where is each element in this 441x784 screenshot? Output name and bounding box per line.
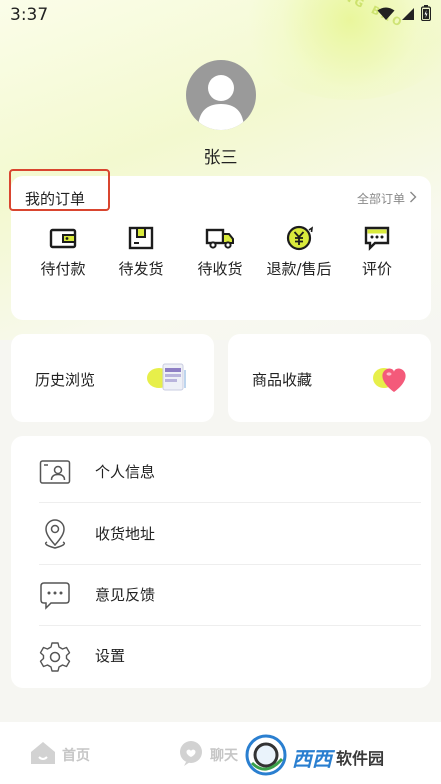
username: 张三 (203, 148, 238, 168)
setting-feedback[interactable]: 意见反馈 (39, 564, 421, 625)
wifi-icon (377, 6, 395, 25)
chat-icon (178, 740, 204, 770)
tab-chat-label: 聊天 (210, 748, 238, 764)
status-icons (377, 5, 432, 25)
setting-address[interactable]: 收货地址 (39, 503, 421, 564)
order-item-label: 退款/售后 (266, 260, 332, 278)
heart-icon (370, 360, 410, 400)
order-review[interactable]: 评价 (337, 224, 417, 279)
overlay-logo: 西西 软件园 (244, 732, 440, 782)
avatar-silhouette-icon (198, 75, 244, 130)
tab-chat[interactable]: 聊天 (178, 740, 238, 770)
tab-home-label: 首页 (62, 748, 90, 764)
package-icon (101, 224, 181, 252)
setting-label: 设置 (95, 647, 126, 665)
order-pending-payment[interactable]: 待付款 (23, 224, 103, 279)
favorites-label: 商品收藏 (252, 371, 313, 389)
logo-mark-icon (244, 733, 288, 781)
order-item-label: 待收货 (197, 260, 243, 278)
location-icon (39, 518, 71, 550)
all-orders-label: 全部订单 (356, 192, 405, 206)
settings-card: 个人信息 收货地址 意见反馈 设置 (11, 436, 431, 688)
tab-home[interactable]: 首页 (30, 740, 90, 770)
history-card[interactable]: 历史浏览 (11, 334, 214, 422)
feedback-icon (39, 579, 71, 611)
chevron-right-icon (409, 191, 417, 206)
order-item-label: 评价 (361, 260, 392, 278)
wallet-icon (23, 224, 103, 252)
setting-personal-info[interactable]: 个人信息 (39, 441, 421, 502)
order-pending-receipt[interactable]: 待收货 (180, 224, 260, 279)
setting-settings[interactable]: 设置 (39, 625, 421, 686)
logo-name: 西西 (292, 746, 332, 771)
avatar[interactable] (186, 60, 256, 130)
history-label: 历史浏览 (35, 371, 96, 389)
order-refund[interactable]: 退款/售后 (259, 224, 339, 279)
history-icon (145, 360, 189, 400)
home-icon (30, 740, 56, 770)
battery-icon (420, 5, 432, 25)
setting-label: 个人信息 (95, 463, 156, 481)
refund-icon (259, 224, 339, 252)
truck-icon (180, 224, 260, 252)
status-time: 3:37 (10, 5, 49, 25)
logo-sub: 软件园 (336, 749, 385, 768)
order-item-label: 待发货 (118, 260, 164, 278)
orders-title-highlight (9, 169, 110, 211)
status-bar: 3:37 (0, 0, 441, 30)
gear-icon (39, 640, 71, 672)
signal-icon (401, 6, 415, 25)
setting-label: 意见反馈 (95, 586, 156, 604)
comment-icon (337, 224, 417, 252)
setting-label: 收货地址 (95, 525, 156, 543)
order-pending-shipment[interactable]: 待发货 (101, 224, 181, 279)
order-item-label: 待付款 (40, 260, 86, 278)
all-orders-link[interactable]: 全部订单 (357, 190, 417, 207)
profile-card-icon (39, 456, 71, 488)
favorites-card[interactable]: 商品收藏 (228, 334, 431, 422)
